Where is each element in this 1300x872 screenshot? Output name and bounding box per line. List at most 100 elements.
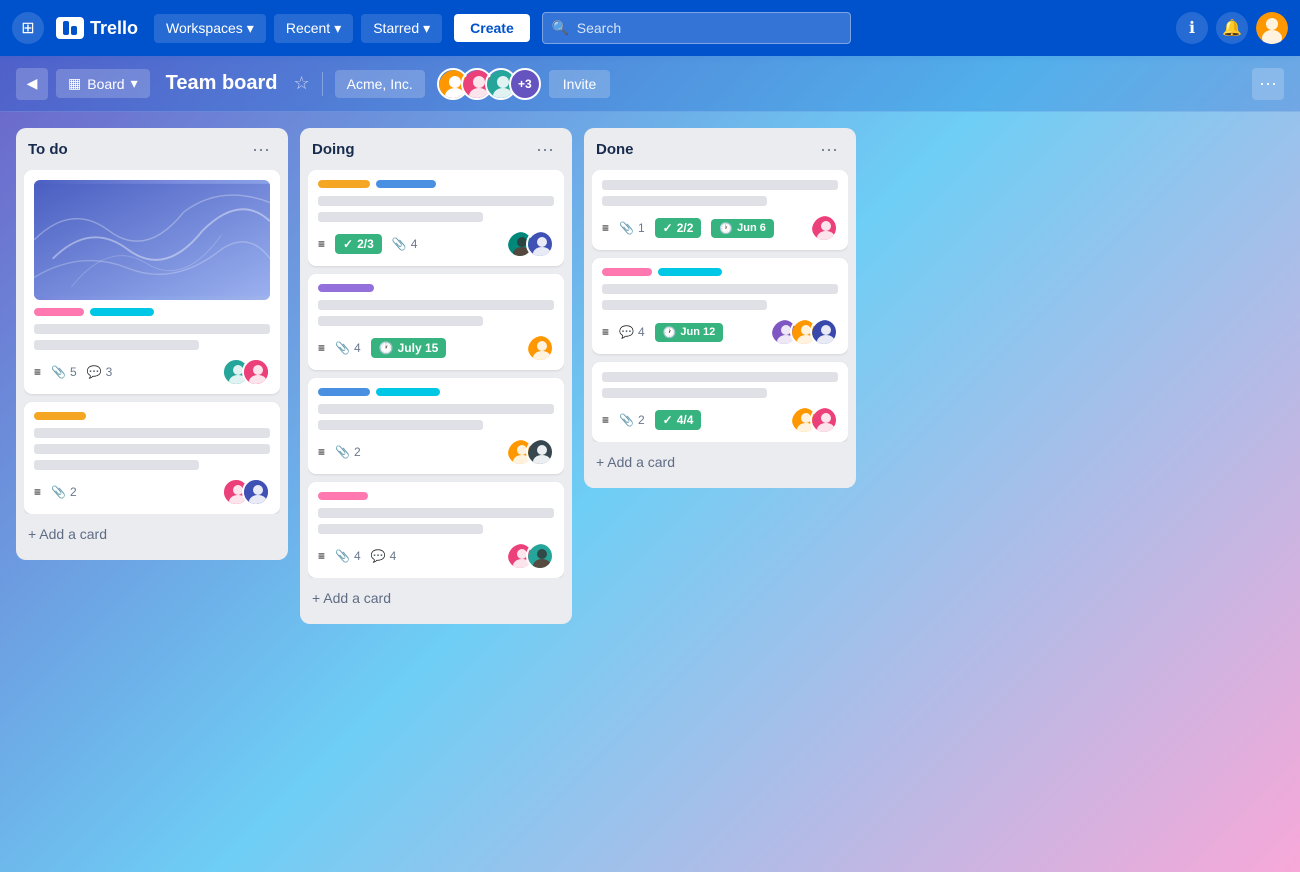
card-text [602,372,838,382]
recent-button[interactable]: Recent ▾ [274,14,353,43]
card-text [318,524,483,534]
doing-card-3[interactable]: ≡ 📎 2 [308,378,564,474]
description-icon: ≡ [318,237,325,251]
card-footer: ≡ 💬 4 🕐 Jun 12 [602,318,838,346]
notification-icon[interactable]: 🔔 [1216,12,1248,44]
card-footer: ≡ ✓ 2/3 📎 4 [318,230,554,258]
todo-column-header: To do ··· [24,138,280,160]
more-options-button[interactable]: ··· [1252,68,1284,100]
trello-logo[interactable]: Trello [56,17,138,39]
star-button[interactable]: ☆ [294,73,310,94]
info-icon[interactable]: ℹ [1176,12,1208,44]
card-avatars [222,478,270,506]
due-date-badge: 🕐 Jun 12 [655,323,724,342]
card-text [318,316,483,326]
chevron-down-icon: ▾ [131,75,138,92]
card-avatar-2[interactable] [526,230,554,258]
card-avatars [526,334,554,362]
card-footer: ≡ 📎 4 🕐 July 15 [318,334,554,362]
done-cards: ≡ 📎 1 ✓ 2/2 🕐 Jun 6 [592,170,848,442]
card-avatars [506,438,554,466]
doing-card-1[interactable]: ≡ ✓ 2/3 📎 4 [308,170,564,266]
done-add-card-button[interactable]: + Add a card [592,446,848,478]
board-grid-icon: ▦ [68,75,81,92]
sidebar-toggle-button[interactable]: ◀ [16,68,48,100]
doing-column-title: Doing [312,141,355,158]
doing-menu-button[interactable]: ··· [530,138,560,160]
todo-card-1[interactable]: ≡ 📎 5 💬 3 [24,170,280,394]
checklist-icon: ✓ [343,237,353,251]
card-avatars [506,230,554,258]
todo-add-card-button[interactable]: + Add a card [24,518,280,550]
comment-icon: 💬 [371,549,386,563]
board-content: To do ··· [0,112,1300,872]
doing-card-4[interactable]: ≡ 📎 4 💬 4 [308,482,564,578]
card-avatar-2[interactable] [526,542,554,570]
search-input[interactable] [542,12,851,44]
card-avatar-2[interactable] [526,438,554,466]
done-card-3[interactable]: ≡ 📎 2 ✓ 4/4 [592,362,848,442]
card-avatar-1[interactable] [810,214,838,242]
tag-blue [376,180,436,188]
done-column-title: Done [596,141,634,158]
workspaces-button[interactable]: Workspaces ▾ [154,14,266,43]
comment-count: 💬 4 [619,325,645,339]
done-card-1[interactable]: ≡ 📎 1 ✓ 2/2 🕐 Jun 6 [592,170,848,250]
attachment-count: 📎 2 [335,445,361,459]
done-menu-button[interactable]: ··· [814,138,844,160]
description-icon: ≡ [602,413,609,427]
board-view-button[interactable]: ▦ Board ▾ [56,69,150,98]
member-avatars: +3 [437,68,541,100]
board-subheader: ◀ ▦ Board ▾ Team board ☆ Acme, Inc. [0,56,1300,112]
done-card-2[interactable]: ≡ 💬 4 🕐 Jun 12 [592,258,848,354]
starred-button[interactable]: Starred ▾ [361,14,442,43]
todo-card-2[interactable]: ≡ 📎 2 [24,402,280,514]
doing-card-2[interactable]: ≡ 📎 4 🕐 July 15 [308,274,564,370]
description-icon: ≡ [602,325,609,339]
card-avatar-3[interactable] [810,318,838,346]
attachment-count: 📎 1 [619,221,645,235]
tag-pink [318,492,368,500]
tag-pink [34,308,84,316]
doing-add-card-button[interactable]: + Add a card [308,582,564,614]
chevron-down-icon: ▾ [247,20,254,37]
user-avatar[interactable] [1256,12,1288,44]
invite-button[interactable]: Invite [549,70,610,98]
tag-yellow [318,180,370,188]
card-footer: ≡ 📎 2 ✓ 4/4 [602,406,838,434]
card-avatars [790,406,838,434]
attachment-count: 📎 4 [335,341,361,355]
attachment-count: 📎 4 [392,237,418,251]
card-text [34,444,270,454]
card-text [34,324,270,334]
card-footer: ≡ 📎 4 💬 4 [318,542,554,570]
todo-column-title: To do [28,141,68,158]
checklist-badge: ✓ 4/4 [655,410,702,430]
card-avatar-2[interactable] [810,406,838,434]
card-footer: ≡ 📎 2 [318,438,554,466]
grid-icon[interactable]: ⊞ [12,12,44,44]
tag-cyan [376,388,440,396]
create-button[interactable]: Create [454,14,530,42]
tag-blue [318,388,370,396]
card-footer: ≡ 📎 5 💬 3 [34,358,270,386]
attachment-count: 📎 5 [51,365,77,379]
card-text [318,404,554,414]
trello-icon [56,17,84,39]
tag-yellow [34,412,86,420]
checklist-icon: ✓ [663,221,673,235]
card-avatars [770,318,838,346]
member-avatar-more[interactable]: +3 [509,68,541,100]
card-avatar-1[interactable] [526,334,554,362]
card-avatar-2[interactable] [242,358,270,386]
clock-icon: 🕐 [379,341,394,355]
comment-icon: 💬 [619,325,634,339]
todo-menu-button[interactable]: ··· [246,138,276,160]
tag-purple [318,284,374,292]
top-navigation: ⊞ Trello Workspaces ▾ Recent ▾ Starred ▾… [0,0,1300,56]
card-avatar-2[interactable] [242,478,270,506]
description-icon: ≡ [318,445,325,459]
card-text [318,212,483,222]
workspace-button[interactable]: Acme, Inc. [335,70,425,98]
card-image [34,180,270,300]
